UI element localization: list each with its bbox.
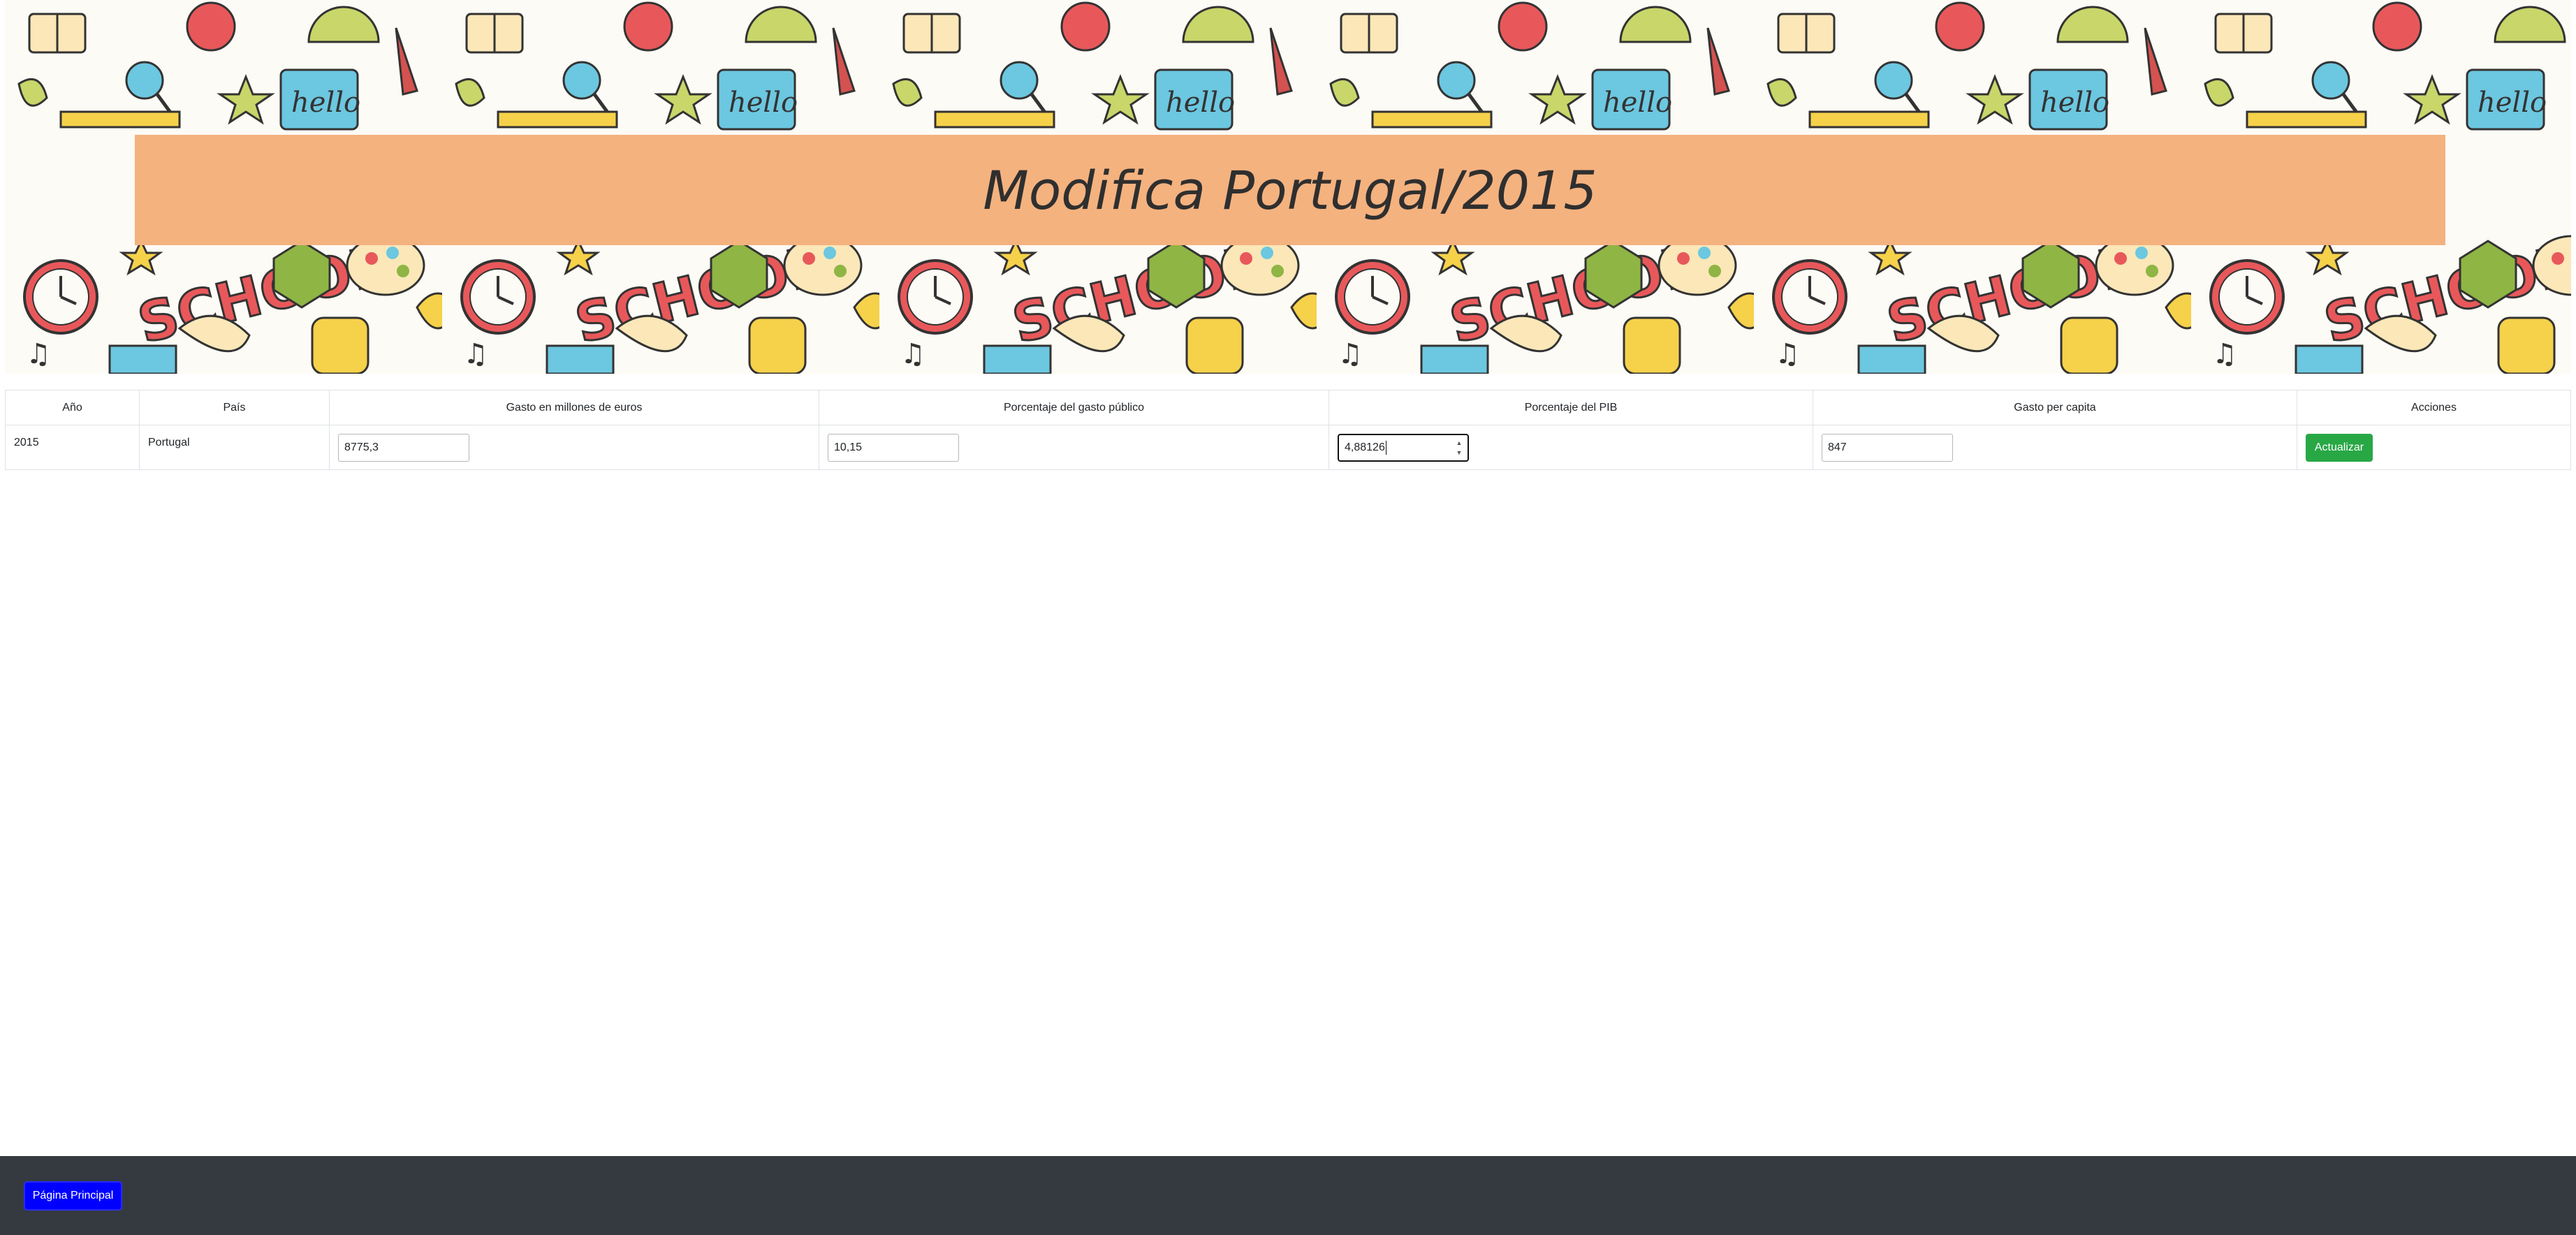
header-per-capita: Gasto per capita (1813, 390, 2297, 425)
spinner-down-icon[interactable]: ▼ (1456, 449, 1463, 456)
cell-actions: Actualizar (2297, 425, 2571, 470)
edit-table-container: Año País Gasto en millones de euros Porc… (5, 390, 2571, 470)
cell-expense-millions: 8775,3 (329, 425, 819, 470)
header-country: País (139, 390, 330, 425)
table-row: 2015 Portugal 8775,3 10,15 4,88126 ▲ ▼ 8… (5, 425, 2571, 470)
home-page-button[interactable]: Página Principal (24, 1181, 122, 1211)
page: hello SCHOOL (0, 0, 2576, 1235)
cell-country: Portugal (139, 425, 330, 470)
header-gdp-pct: Porcentaje del PIB (1329, 390, 1813, 425)
header-year: Año (5, 390, 140, 425)
gdp-pct-number-input[interactable]: 4,88126 ▲ ▼ (1338, 433, 1469, 462)
cell-per-capita: 847 (1813, 425, 2297, 470)
public-spending-pct-input[interactable]: 10,15 (828, 433, 959, 462)
expense-millions-input[interactable]: 8775,3 (338, 433, 469, 462)
header-banner: hello SCHOOL (5, 0, 2571, 374)
cell-gdp-pct: 4,88126 ▲ ▼ (1329, 425, 1813, 470)
per-capita-input[interactable]: 847 (1822, 433, 1953, 462)
table-header-row: Año País Gasto en millones de euros Porc… (5, 390, 2571, 425)
number-spinner[interactable]: ▲ ▼ (1455, 439, 1463, 456)
edit-table: Año País Gasto en millones de euros Porc… (5, 390, 2571, 470)
cell-public-spending-pct: 10,15 (819, 425, 1329, 470)
page-title: Modifica Portugal/2015 (983, 159, 1597, 221)
header-actions: Acciones (2297, 390, 2571, 425)
cell-year: 2015 (5, 425, 140, 470)
spinner-up-icon[interactable]: ▲ (1456, 439, 1463, 446)
title-band: Modifica Portugal/2015 (135, 135, 2445, 245)
header-expense-millions: Gasto en millones de euros (329, 390, 819, 425)
footer: Página Principal (0, 1156, 2576, 1235)
gdp-pct-value: 4,88126 (1345, 441, 1385, 453)
update-button[interactable]: Actualizar (2306, 433, 2373, 462)
header-public-spending-pct: Porcentaje del gasto público (819, 390, 1329, 425)
